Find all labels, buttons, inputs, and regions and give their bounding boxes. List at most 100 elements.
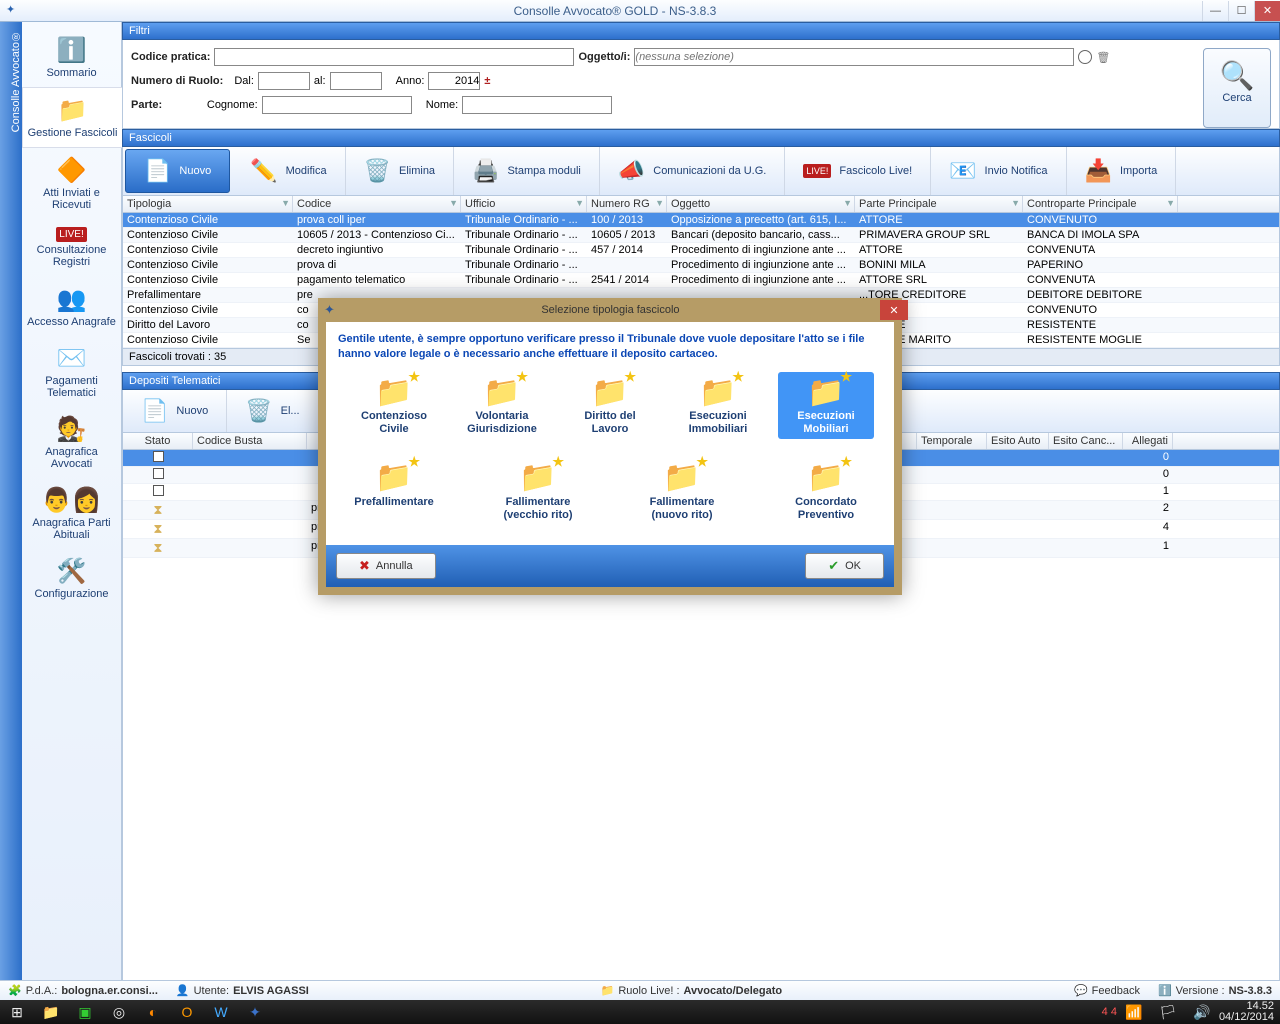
tray-flag-icon[interactable]: 🏳 — [1151, 1004, 1185, 1021]
outlook-icon[interactable]: O — [170, 1004, 204, 1020]
store-icon[interactable]: ▣ — [68, 1004, 102, 1021]
elimina-button[interactable]: 🗑️Elimina — [346, 147, 454, 195]
table-row[interactable]: Contenzioso Civileprova diTribunale Ordi… — [123, 258, 1279, 273]
anno-stepper-icon[interactable]: ± — [484, 75, 490, 87]
col-esitoauto[interactable]: Esito Auto — [987, 433, 1049, 449]
minimize-button[interactable]: — — [1202, 1, 1228, 21]
tray-wifi-icon[interactable]: 📶 — [1117, 1004, 1151, 1021]
sidebar-item-config[interactable]: 🛠️Configurazione — [22, 549, 121, 608]
sidebar-item-avvocati[interactable]: 🧑‍⚖️Anagrafica Avvocati — [22, 407, 121, 478]
folder-star-icon: 📁★ — [674, 376, 762, 411]
gear-icon: 🛠️ — [24, 557, 119, 586]
folder-star-icon: 📁★ — [350, 461, 438, 496]
filter-icon[interactable]: ▼ — [281, 198, 290, 208]
dialog-option[interactable]: 📁★Contenzioso Civile — [346, 372, 442, 440]
table-row[interactable]: Contenzioso Civilepagamento telematicoTr… — [123, 273, 1279, 288]
comunicazioni-button[interactable]: 📣Comunicazioni da U.G. — [600, 147, 786, 195]
envelope-icon: ✉️ — [24, 344, 119, 373]
dialog-option[interactable]: 📁★Fallimentare (nuovo rito) — [634, 457, 730, 525]
codice-pratica-label: Codice pratica: — [131, 51, 210, 63]
cancel-icon: ✖ — [359, 558, 370, 574]
sidebar-item-anagrafe[interactable]: 👥Accesso Anagrafe — [22, 277, 121, 336]
col-oggetto[interactable]: Oggetto▼ — [667, 196, 855, 212]
sidebar-item-pagamenti[interactable]: ✉️Pagamenti Telematici — [22, 336, 121, 407]
dialog-option[interactable]: 📁★Diritto del Lavoro — [562, 372, 658, 440]
sidebar-item-sommario[interactable]: ℹ️Sommario — [22, 28, 121, 87]
firefox-icon[interactable]: ◐ — [136, 1004, 170, 1020]
codice-pratica-input[interactable] — [214, 48, 574, 66]
oggetto-input[interactable] — [634, 48, 1074, 66]
sidebar-item-consultazione[interactable]: LIVE!Consultazione Registri — [22, 219, 121, 276]
dialog-option[interactable]: 📁★Esecuzioni Immobiliari — [670, 372, 766, 440]
fascicolo-live-button[interactable]: LIVE!Fascicolo Live! — [785, 147, 931, 195]
col-codicebusta[interactable]: Codice Busta — [193, 433, 307, 449]
nuovo-button[interactable]: 📄Nuovo — [125, 149, 230, 193]
maximize-button[interactable]: ☐ — [1228, 1, 1254, 21]
dialog-option[interactable]: 📁★Concordato Preventivo — [778, 457, 874, 525]
parte-label: Parte: — [131, 99, 162, 111]
dialog-option[interactable]: 📁★Fallimentare (vecchio rito) — [490, 457, 586, 525]
dialog-option[interactable]: 📁★Esecuzioni Mobiliari — [778, 372, 874, 440]
col-temporale[interactable]: Temporale — [917, 433, 987, 449]
sidebar-item-atti[interactable]: 🔶Atti Inviati e Ricevuti — [22, 148, 121, 219]
sidebar-item-parti[interactable]: 👨‍👩‍Anagrafica Parti Abituali — [22, 478, 121, 549]
app-icon[interactable]: ✦ — [238, 1004, 272, 1021]
dialog-option[interactable]: 📁★Prefallimentare — [346, 457, 442, 525]
ok-button[interactable]: ✔OK — [805, 553, 884, 579]
anno-input[interactable] — [428, 72, 480, 90]
cancel-button[interactable]: ✖Annulla — [336, 553, 436, 579]
word-icon[interactable]: W — [204, 1004, 238, 1020]
al-input[interactable] — [330, 72, 382, 90]
people-icon: 👥 — [24, 285, 119, 314]
clear-oggetto-icon[interactable] — [1078, 50, 1092, 64]
left-rail[interactable]: Consolle Avvocato® — [0, 22, 22, 1000]
feedback-link[interactable]: 💬 Feedback — [1074, 984, 1140, 997]
filters-head: Filtri — [122, 22, 1280, 40]
depositi-el-button[interactable]: 🗑️El... — [227, 390, 318, 432]
invio-notifica-button[interactable]: 📧Invio Notifica — [931, 147, 1066, 195]
chrome-icon[interactable]: ◎ — [102, 1004, 136, 1021]
info-icon: ℹ️ — [1158, 984, 1172, 997]
col-numerorg[interactable]: Numero RG▼ — [587, 196, 667, 212]
col-controparte[interactable]: Controparte Principale▼ — [1023, 196, 1178, 212]
broadcast-icon: 📣 — [618, 158, 645, 184]
col-allegati[interactable]: Allegati — [1123, 433, 1173, 449]
trash-icon[interactable]: 🗑 — [1096, 51, 1110, 64]
dialog-option[interactable]: 📁★Volontaria Giurisdizione — [454, 372, 550, 440]
ok-icon: ✔ — [828, 558, 839, 574]
cognome-input[interactable] — [262, 96, 412, 114]
close-button[interactable]: ✕ — [1254, 1, 1280, 21]
col-parte[interactable]: Parte Principale▼ — [855, 196, 1023, 212]
edit-icon: ✏️ — [250, 158, 277, 184]
stampa-button[interactable]: 🖨️Stampa moduli — [454, 147, 600, 195]
taskbar-clock[interactable]: 14.5204/12/2014 — [1219, 1001, 1280, 1023]
importa-button[interactable]: 📥Importa — [1067, 147, 1177, 195]
start-button[interactable]: ⊞ — [0, 1004, 34, 1021]
table-row[interactable]: Contenzioso Civiledecreto ingiuntivoTrib… — [123, 243, 1279, 258]
modifica-button[interactable]: ✏️Modifica — [232, 147, 345, 195]
dal-input[interactable] — [258, 72, 310, 90]
new-icon: 📄 — [144, 158, 171, 184]
col-stato[interactable]: Stato — [123, 433, 193, 449]
live-icon: LIVE! — [56, 227, 86, 242]
col-ufficio[interactable]: Ufficio▼ — [461, 196, 587, 212]
tray-vol-icon[interactable]: 🔊 — [1185, 1004, 1219, 1021]
nome-input[interactable] — [462, 96, 612, 114]
folder-icon: 📁 — [601, 984, 615, 997]
folder-star-icon: 📁★ — [566, 376, 654, 411]
lawyer-icon: 🧑‍⚖️ — [24, 415, 119, 444]
col-tipologia[interactable]: Tipologia▼ — [123, 196, 293, 212]
windows-taskbar[interactable]: ⊞ 📁 ▣ ◎ ◐ O W ✦ 4 4 📶 🏳 🔊 14.5204/12/201… — [0, 1000, 1280, 1024]
chat-icon: 💬 — [1074, 984, 1088, 997]
dialog-close-button[interactable]: ✕ — [880, 300, 908, 320]
table-row[interactable]: Contenzioso Civile10605 / 2013 - Contenz… — [123, 228, 1279, 243]
col-codice[interactable]: Codice▼ — [293, 196, 461, 212]
col-esitocanc[interactable]: Esito Canc... — [1049, 433, 1123, 449]
folder-star-icon: 📁★ — [782, 461, 870, 496]
explorer-icon[interactable]: 📁 — [34, 1004, 68, 1021]
sidebar-item-gestione-fascicoli[interactable]: 📁Gestione Fascicoli — [22, 87, 122, 148]
search-button[interactable]: 🔍 Cerca — [1203, 48, 1271, 128]
table-row[interactable]: Contenzioso Civileprova coll iperTribuna… — [123, 213, 1279, 228]
dialog-icon: ✦ — [324, 302, 335, 318]
depositi-nuovo-button[interactable]: 📄Nuovo — [123, 390, 227, 432]
